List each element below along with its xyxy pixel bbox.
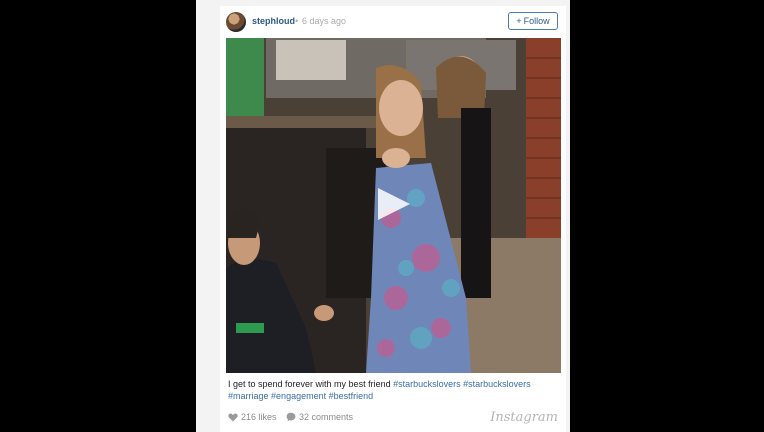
comments-count[interactable]: 32 comments xyxy=(286,412,353,422)
follow-button[interactable]: + Follow xyxy=(508,12,558,30)
hashtag-link[interactable]: #engagement xyxy=(271,391,326,401)
separator: • xyxy=(295,16,299,26)
follow-label: Follow xyxy=(523,16,550,26)
post-header: stephloud • 6 days ago + Follow xyxy=(222,8,562,36)
username[interactable]: stephloud xyxy=(252,16,295,26)
heart-icon xyxy=(228,413,238,421)
hashtag-link[interactable]: #starbuckslovers xyxy=(463,379,531,389)
post-footer: 216 likes 32 comments Instagram xyxy=(228,410,562,426)
post-time: 6 days ago xyxy=(302,16,347,26)
comments-label: 32 comments xyxy=(299,412,354,422)
likes-label: 216 likes xyxy=(241,412,277,422)
caption-text: I get to spend forever with my best frie… xyxy=(228,379,391,389)
post-caption: I get to spend forever with my best frie… xyxy=(228,378,562,402)
play-icon[interactable] xyxy=(360,184,420,224)
avatar[interactable] xyxy=(226,12,246,32)
likes-count[interactable]: 216 likes xyxy=(228,412,277,422)
hashtag-link[interactable]: #starbuckslovers xyxy=(393,379,461,389)
hashtag-link[interactable]: #marriage xyxy=(228,391,269,401)
instagram-logo[interactable]: Instagram xyxy=(490,410,558,425)
comment-bubble-icon xyxy=(286,412,296,422)
hashtag-link[interactable]: #bestfriend xyxy=(329,391,374,401)
plus-icon: + xyxy=(516,16,522,26)
